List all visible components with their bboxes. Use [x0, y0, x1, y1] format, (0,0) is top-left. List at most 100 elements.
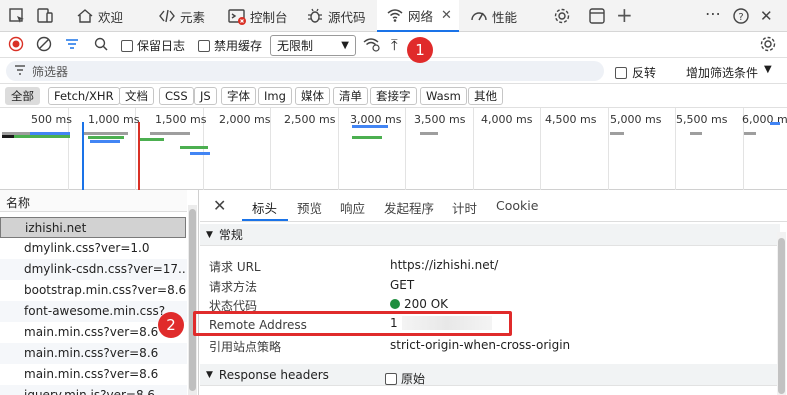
disable-cache-checkbox[interactable]: 禁用缓存	[198, 37, 262, 54]
general-section-title: 常规	[218, 228, 243, 242]
network-overview-timeline[interactable]: 500 ms 1,000 ms 1,500 ms 2,000 ms 2,500 …	[0, 108, 787, 190]
more-filters-dropdown[interactable]: 增加筛选条件 ▼	[686, 64, 772, 81]
checkbox-box[interactable]	[198, 39, 210, 52]
tab-console[interactable]: 控制台	[228, 0, 288, 32]
settings-gear-icon[interactable]	[553, 7, 571, 25]
request-url-text: https://izhishi.net/	[390, 258, 499, 272]
import-har-icon[interactable]: ⤒	[391, 36, 398, 54]
filter-input[interactable]: 筛选器	[6, 61, 604, 81]
type-filter-manifest[interactable]: 清单	[333, 87, 368, 105]
device-toolbar-icon[interactable]	[36, 7, 54, 25]
remote-address-highlight-box	[193, 311, 512, 336]
timeline-tick-label: 3,500 ms	[414, 113, 466, 126]
scrollbar-thumb[interactable]	[189, 209, 196, 391]
tab-label: 欢迎	[98, 9, 124, 25]
type-filter-doc[interactable]: 文档	[119, 87, 154, 105]
type-filter-media[interactable]: 媒体	[295, 87, 330, 105]
tab-performance[interactable]: 性能	[470, 0, 517, 32]
timeline-bar	[140, 138, 164, 141]
request-row[interactable]: dmylink.css?ver=1.0	[0, 238, 187, 259]
type-filter-fetch-xhr[interactable]: Fetch/XHR	[48, 87, 120, 105]
timeline-bar	[190, 152, 210, 155]
close-details-icon[interactable]: ✕	[213, 196, 226, 215]
wifi-icon	[386, 6, 404, 24]
tab-label: 网络	[408, 8, 434, 24]
gauge-icon	[470, 7, 488, 25]
timeline-bar	[14, 135, 70, 138]
general-section-header[interactable]: ▼ 常规	[200, 224, 780, 246]
type-filter-wasm[interactable]: Wasm	[420, 87, 467, 105]
type-filter-js[interactable]: JS	[194, 87, 217, 105]
close-tab-icon[interactable]: ✕	[441, 8, 452, 23]
tab-welcome[interactable]: 欢迎	[76, 0, 123, 32]
raw-label: 原始	[401, 372, 426, 386]
inspect-element-icon[interactable]	[8, 7, 26, 25]
network-conditions-icon[interactable]	[363, 36, 381, 52]
invert-checkbox[interactable]: 反转	[615, 64, 656, 81]
timeline-bar	[180, 146, 208, 149]
close-devtools-icon[interactable]: ✕	[760, 7, 778, 25]
checkbox-box[interactable]	[385, 372, 397, 385]
preserve-log-label: 保留日志	[137, 39, 186, 53]
tab-preview[interactable]: 预览	[297, 198, 322, 217]
timeline-bar	[90, 140, 120, 143]
timeline-bar	[84, 132, 128, 135]
type-filter-all[interactable]: 全部	[5, 87, 40, 105]
throttling-select[interactable]: 无限制 ▼	[270, 35, 356, 56]
devtools-tab-bar: 欢迎 元素 控制台 源代码 网络 ✕ 性能 + ⋯ ? ✕	[0, 0, 787, 32]
tab-response[interactable]: 响应	[340, 198, 365, 217]
raw-headers-checkbox[interactable]: 原始	[385, 370, 425, 387]
details-scrollbar[interactable]	[777, 232, 786, 395]
record-icon[interactable]	[8, 36, 24, 52]
dock-panel-icon[interactable]	[588, 7, 606, 25]
request-row[interactable]: main.min.css?ver=8.6	[0, 364, 187, 385]
scrollbar-thumb[interactable]	[778, 238, 785, 394]
network-settings-gear-icon[interactable]	[759, 35, 777, 53]
timeline-tick-label: 5,000 ms	[610, 113, 662, 126]
type-filter-img[interactable]: Img	[258, 87, 292, 105]
filter-funnel-icon	[14, 64, 26, 79]
collapse-arrow-icon: ▼	[206, 369, 213, 380]
type-filter-websocket[interactable]: 套接字	[370, 87, 417, 105]
filter-icon[interactable]	[64, 36, 80, 52]
tab-timing[interactable]: 计时	[452, 198, 477, 217]
type-filter-font[interactable]: 字体	[221, 87, 256, 105]
checkbox-box[interactable]	[615, 66, 627, 79]
badge-number: 2	[166, 316, 176, 334]
throttle-value: 无限制	[277, 39, 314, 53]
add-tab-icon[interactable]: +	[616, 5, 634, 25]
tab-network[interactable]: 网络 ✕	[377, 0, 459, 32]
timeline-tick-label: 4,000 ms	[481, 113, 533, 126]
type-filter-css[interactable]: CSS	[159, 87, 194, 105]
request-row[interactable]: dmylink-csdn.css?ver=17...	[0, 259, 187, 280]
more-options-icon[interactable]: ⋯	[705, 6, 723, 25]
name-column-header[interactable]: 名称	[0, 190, 187, 212]
timeline-gridline	[473, 108, 474, 190]
checkbox-box[interactable]	[121, 39, 133, 52]
request-row[interactable]: bootstrap.min.css?ver=8.6	[0, 280, 187, 301]
tab-initiator[interactable]: 发起程序	[384, 198, 434, 217]
code-icon	[158, 7, 176, 25]
search-icon[interactable]	[93, 36, 109, 52]
bug-icon	[306, 7, 324, 25]
tab-cookies[interactable]: Cookie	[496, 198, 538, 213]
clear-icon[interactable]	[36, 36, 52, 52]
request-row[interactable]: jquery.min.js?ver=8.6	[0, 385, 187, 395]
timeline-bar	[88, 136, 124, 139]
request-row[interactable]: izhishi.net	[0, 217, 186, 238]
request-row[interactable]: main.min.css?ver=8.6	[0, 343, 187, 364]
active-tab-indicator	[242, 219, 288, 221]
tab-headers[interactable]: 标头	[252, 198, 277, 217]
type-filter-other[interactable]: 其他	[468, 87, 503, 105]
timeline-bar	[352, 125, 388, 128]
request-url-label: 请求 URL	[209, 260, 261, 274]
tab-elements[interactable]: 元素	[158, 0, 205, 32]
help-icon[interactable]: ?	[732, 7, 750, 25]
preserve-log-checkbox[interactable]: 保留日志	[121, 37, 185, 54]
request-list-scrollbar[interactable]	[188, 205, 197, 395]
details-tab-bar: ✕ 标头 预览 响应 发起程序 计时 Cookie	[200, 190, 787, 222]
dropdown-arrow-icon: ▼	[764, 64, 772, 75]
tab-sources[interactable]: 源代码	[306, 0, 366, 32]
response-headers-section-header[interactable]: ▼ Response headers 原始	[200, 364, 780, 386]
collapse-arrow-icon: ▼	[206, 229, 213, 240]
